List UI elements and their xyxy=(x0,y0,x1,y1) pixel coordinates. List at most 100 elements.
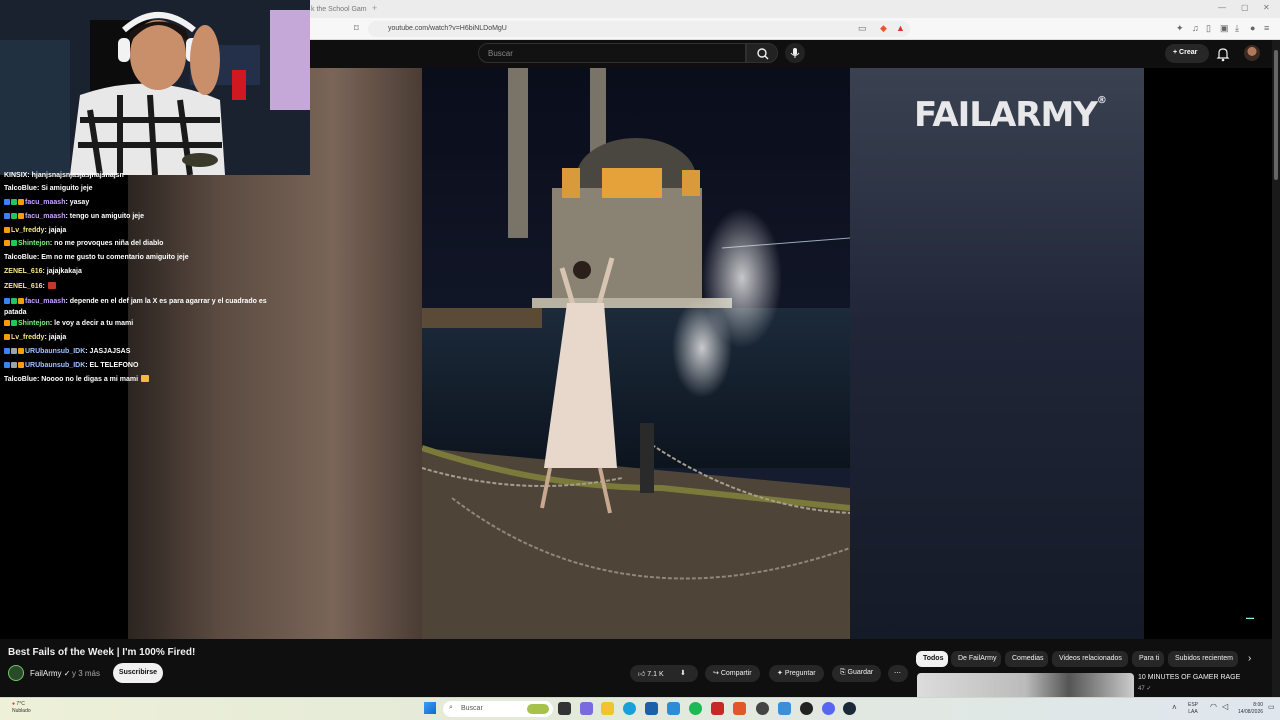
address-bar[interactable]: youtube.com/watch?v=H6biNLDoMgU xyxy=(368,21,910,37)
weather-widget[interactable]: ● 7°C Nublado xyxy=(12,701,31,715)
filter-chip[interactable]: Todos xyxy=(916,651,948,667)
chat-badge-icon xyxy=(4,240,10,246)
chevron-right-icon[interactable]: › xyxy=(1248,653,1251,664)
brave-shield-icon[interactable]: ◆ xyxy=(880,23,887,34)
share-icon: ↪ xyxy=(713,670,721,677)
notification-center-icon[interactable]: ▭ xyxy=(1268,704,1275,711)
wifi-icon[interactable]: ◠ xyxy=(1210,703,1217,711)
store-icon[interactable] xyxy=(645,702,658,715)
show-hidden-icons-icon[interactable]: ˄ xyxy=(1172,704,1177,712)
filter-chip[interactable]: Para ti xyxy=(1132,651,1164,667)
subscribe-button[interactable]: Suscribirse xyxy=(113,663,163,683)
wallet-icon[interactable]: ▣ xyxy=(1220,23,1229,34)
media-icon[interactable]: ♫ xyxy=(1192,23,1199,33)
extensions-icon[interactable]: ✦ xyxy=(1176,23,1184,34)
share-button[interactable]: ↪ Compartir xyxy=(705,665,760,682)
chat-username[interactable]: facu_maash xyxy=(25,213,65,220)
recommended-meta: 47 ✓ xyxy=(1138,686,1152,692)
calendar-app-icon[interactable] xyxy=(711,702,724,715)
search-input[interactable]: Buscar xyxy=(478,43,746,63)
voice-search-button[interactable] xyxy=(785,43,805,63)
page-scrollbar[interactable] xyxy=(1272,40,1280,697)
more-actions-button[interactable]: ⋯ xyxy=(888,665,908,682)
recommended-thumbnail[interactable] xyxy=(917,673,1134,697)
chat-text: : Em no me gusto tu comentario amiguito … xyxy=(36,254,189,261)
task-view-icon[interactable] xyxy=(558,702,571,715)
chat-username[interactable]: KINSIX xyxy=(4,172,27,179)
chrome-icon[interactable] xyxy=(800,702,813,715)
chat-username[interactable]: Shintejon xyxy=(18,240,50,247)
chat-username[interactable]: Lv_freddy xyxy=(11,227,44,234)
ask-button[interactable]: ✦ Preguntar xyxy=(769,665,824,682)
chat-badge-icon xyxy=(4,298,10,304)
scrollbar-thumb[interactable] xyxy=(1274,50,1278,180)
volume-icon[interactable]: ◁ xyxy=(1222,703,1228,711)
alert-icon[interactable]: ▲ xyxy=(896,23,905,33)
search-highlight-icon xyxy=(527,704,549,714)
chat-username[interactable]: URUbaunsub_IDK xyxy=(25,362,85,369)
browser-tab[interactable]: k the School Gam xyxy=(305,2,371,18)
chat-message: URUbaunsub_IDK: EL TELEFONO xyxy=(4,362,138,369)
chat-username[interactable]: Lv_freddy xyxy=(11,334,44,341)
copilot-icon[interactable] xyxy=(580,702,593,715)
filter-chip[interactable]: Videos relacionados xyxy=(1052,651,1128,667)
account-avatar[interactable] xyxy=(1244,45,1260,61)
minimize-icon[interactable]: — xyxy=(1218,3,1226,12)
create-button[interactable]: + Crear xyxy=(1165,44,1209,63)
chat-message: Lv_freddy: jajaja xyxy=(4,334,66,341)
language-indicator[interactable]: ESP LAA xyxy=(1188,702,1198,716)
steam-icon[interactable] xyxy=(843,702,856,715)
obs-icon[interactable] xyxy=(756,702,769,715)
taskbar-search[interactable]: ⌕ Buscar xyxy=(443,701,553,717)
recommended-title[interactable]: 10 MINUTES OF GAMER RAGE xyxy=(1138,674,1240,681)
video-title: Best Fails of the Week | I'm 100% Fired! xyxy=(8,647,196,658)
cast-icon[interactable]: ▭ xyxy=(858,23,867,34)
search-icon: ⌕ xyxy=(449,704,453,711)
file-explorer-icon[interactable] xyxy=(601,702,614,715)
maximize-icon[interactable]: ▢ xyxy=(1241,3,1249,12)
like-count: 7.1 K xyxy=(647,671,664,678)
weather-desc: Nublado xyxy=(12,708,31,714)
search-button[interactable] xyxy=(746,43,778,63)
brave-icon[interactable] xyxy=(733,702,746,715)
windows-start-icon[interactable] xyxy=(424,702,436,714)
profile-icon[interactable]: ● xyxy=(1250,23,1255,33)
filter-chip[interactable]: De FailArmy xyxy=(951,651,1001,667)
video-frame[interactable] xyxy=(422,68,850,639)
discord-icon[interactable] xyxy=(822,702,835,715)
photos-icon[interactable] xyxy=(778,702,791,715)
chat-message: TalcoBlue: Em no me gusto tu comentario … xyxy=(4,254,189,261)
save-button[interactable]: ⎘ Guardar xyxy=(832,665,882,682)
chat-badge-icon xyxy=(11,298,17,304)
thumbs-up-icon: 👍︎ xyxy=(638,671,648,678)
like-button[interactable]: 👍︎ 7.1 K xyxy=(638,671,664,678)
chat-username[interactable]: ZENEL_616 xyxy=(4,283,43,290)
chat-username[interactable]: facu_maash xyxy=(25,298,65,305)
download-icon[interactable]: ⤓ xyxy=(1235,23,1239,34)
mail-icon[interactable] xyxy=(667,702,680,715)
chat-username[interactable]: facu_maash xyxy=(25,199,65,206)
chat-username[interactable]: TalcoBlue xyxy=(4,185,37,192)
chat-badge-icon xyxy=(4,213,10,219)
chat-username[interactable]: TalcoBlue xyxy=(4,254,37,261)
chat-username[interactable]: TalcoBlue xyxy=(4,376,37,383)
channel-collab-label[interactable]: y 3 más xyxy=(72,669,100,678)
new-tab-icon[interactable]: + xyxy=(372,3,377,13)
filter-chip[interactable]: Subidos recientem xyxy=(1168,651,1238,667)
chat-badge-icon xyxy=(11,240,17,246)
notifications-bell-icon[interactable] xyxy=(1216,46,1230,62)
spotify-icon[interactable] xyxy=(689,702,702,715)
dislike-button[interactable]: ⬇ xyxy=(680,669,686,677)
chat-username[interactable]: Shintejon xyxy=(18,320,50,327)
filter-chip[interactable]: Comedias xyxy=(1005,651,1048,667)
menu-icon[interactable]: ≡ xyxy=(1264,23,1269,33)
chat-username[interactable]: URUbaunsub_IDK xyxy=(25,348,85,355)
clock[interactable]: 8:00 14/08/2026 xyxy=(1238,702,1263,716)
bookmark-icon[interactable]: ⌑ xyxy=(354,23,359,34)
channel-avatar[interactable] xyxy=(8,665,24,681)
close-icon[interactable]: ✕ xyxy=(1263,3,1270,12)
channel-name[interactable]: FailArmy ✓ xyxy=(30,669,71,678)
chat-username[interactable]: ZENEL_616 xyxy=(4,268,43,275)
sidebar-icon[interactable]: ▯ xyxy=(1206,23,1211,34)
edge-icon[interactable] xyxy=(623,702,636,715)
